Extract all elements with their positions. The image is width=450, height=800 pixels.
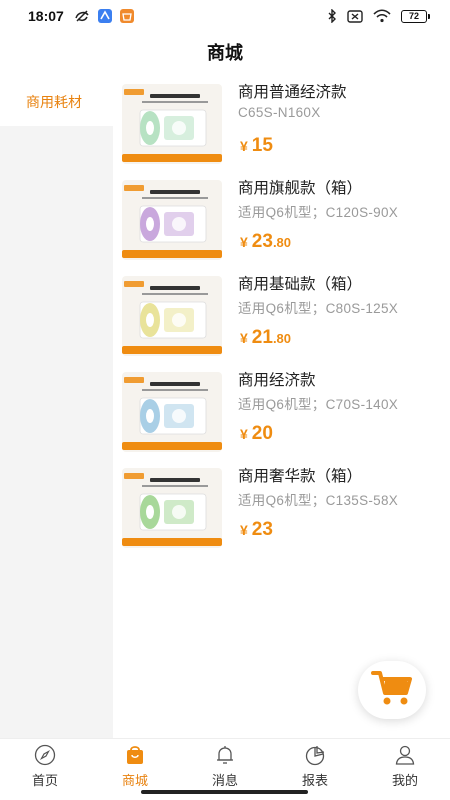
- price-decimal: .80: [272, 235, 292, 250]
- battery-icon: 72: [401, 9, 430, 23]
- compass-icon: [33, 743, 57, 767]
- sidebar-item-label: 商用耗材: [26, 95, 82, 111]
- product-name: 商用经济款: [238, 371, 316, 389]
- sidebar-item-commercial-supplies[interactable]: 商用耗材: [0, 80, 113, 126]
- bell-icon: [213, 743, 237, 767]
- shopping-bag-icon: [123, 743, 147, 767]
- product-image: [122, 276, 222, 356]
- paper-roll-image: [122, 276, 222, 356]
- wifi-icon: [373, 9, 391, 23]
- product-item[interactable]: 商用基础款（箱） 适用Q6机型；C80S-125X ¥21.80: [113, 272, 450, 368]
- product-name: 商用基础款（箱）: [238, 275, 363, 293]
- no-sim-icon: [347, 9, 363, 23]
- product-image: [122, 180, 222, 260]
- currency-symbol: ¥: [240, 330, 248, 346]
- price-integer: 21: [251, 327, 273, 348]
- pie-chart-icon: [303, 743, 327, 767]
- product-model: C65S-N160X: [238, 105, 321, 120]
- product-item[interactable]: 商用经济款 适用Q6机型；C70S-140X ¥20: [113, 368, 450, 464]
- system-icons: 72: [327, 9, 430, 23]
- paper-roll-image: [122, 468, 222, 548]
- nav-label: 消息: [211, 774, 238, 789]
- user-icon: [393, 743, 417, 767]
- product-price: ¥23: [240, 519, 273, 541]
- product-model: 适用Q6机型；C70S-140X: [238, 397, 399, 412]
- paper-roll-image: [122, 180, 222, 260]
- product-name: 商用普通经济款: [238, 83, 347, 101]
- price-integer: 23: [251, 231, 273, 252]
- category-sidebar: 商用耗材: [0, 80, 113, 738]
- product-item[interactable]: 商用奢华款（箱） 适用Q6机型；C135S-58X ¥23: [113, 464, 450, 560]
- sync-off-icon: [74, 9, 90, 23]
- product-item[interactable]: 商用旗舰款（箱） 适用Q6机型；C120S-90X ¥23.80: [113, 176, 450, 272]
- currency-symbol: ¥: [240, 138, 248, 154]
- product-image: [122, 372, 222, 452]
- bluetooth-icon: [327, 9, 337, 23]
- currency-symbol: ¥: [240, 426, 248, 442]
- product-price: ¥23.80: [240, 231, 291, 253]
- product-name: 商用奢华款（箱）: [238, 467, 363, 485]
- product-item[interactable]: 商用普通经济款 C65S-N160X ¥15: [113, 80, 450, 176]
- status-time: 18:07: [28, 8, 64, 24]
- nav-home[interactable]: 首页: [0, 739, 90, 800]
- battery-level: 72: [401, 9, 427, 23]
- product-name: 商用旗舰款（箱）: [238, 179, 363, 197]
- price-integer: 20: [251, 423, 273, 444]
- paper-roll-image: [122, 372, 222, 452]
- home-indicator: [141, 790, 308, 794]
- nav-label: 报表: [301, 774, 328, 789]
- product-model: 适用Q6机型；C80S-125X: [238, 301, 399, 316]
- cart-button[interactable]: [358, 661, 426, 719]
- app-notification-icon: [97, 9, 112, 23]
- price-integer: 23: [251, 519, 273, 540]
- currency-symbol: ¥: [240, 234, 248, 250]
- nav-label: 我的: [391, 774, 418, 789]
- product-price: ¥21.80: [240, 327, 291, 349]
- shop-notification-icon: [119, 9, 134, 23]
- nav-profile[interactable]: 我的: [360, 739, 450, 800]
- product-image: [122, 468, 222, 548]
- currency-symbol: ¥: [240, 522, 248, 538]
- page-title: 商城: [207, 43, 243, 64]
- product-price: ¥15: [240, 135, 273, 157]
- price-decimal: .80: [272, 331, 292, 346]
- product-list: 商用普通经济款 C65S-N160X ¥15 商用旗舰款（箱） 适用Q6机型；C…: [113, 80, 450, 560]
- nav-label: 首页: [31, 774, 58, 789]
- paper-roll-image: [122, 84, 222, 164]
- product-price: ¥20: [240, 423, 273, 445]
- notification-icons: [74, 9, 134, 23]
- price-integer: 15: [251, 135, 273, 156]
- nav-label: 商城: [121, 774, 148, 789]
- product-image: [122, 84, 222, 164]
- product-model: 适用Q6机型；C135S-58X: [238, 493, 399, 508]
- status-bar: 18:07 72: [0, 0, 450, 32]
- product-model: 适用Q6机型；C120S-90X: [238, 205, 399, 220]
- shopping-cart-icon: [371, 669, 413, 711]
